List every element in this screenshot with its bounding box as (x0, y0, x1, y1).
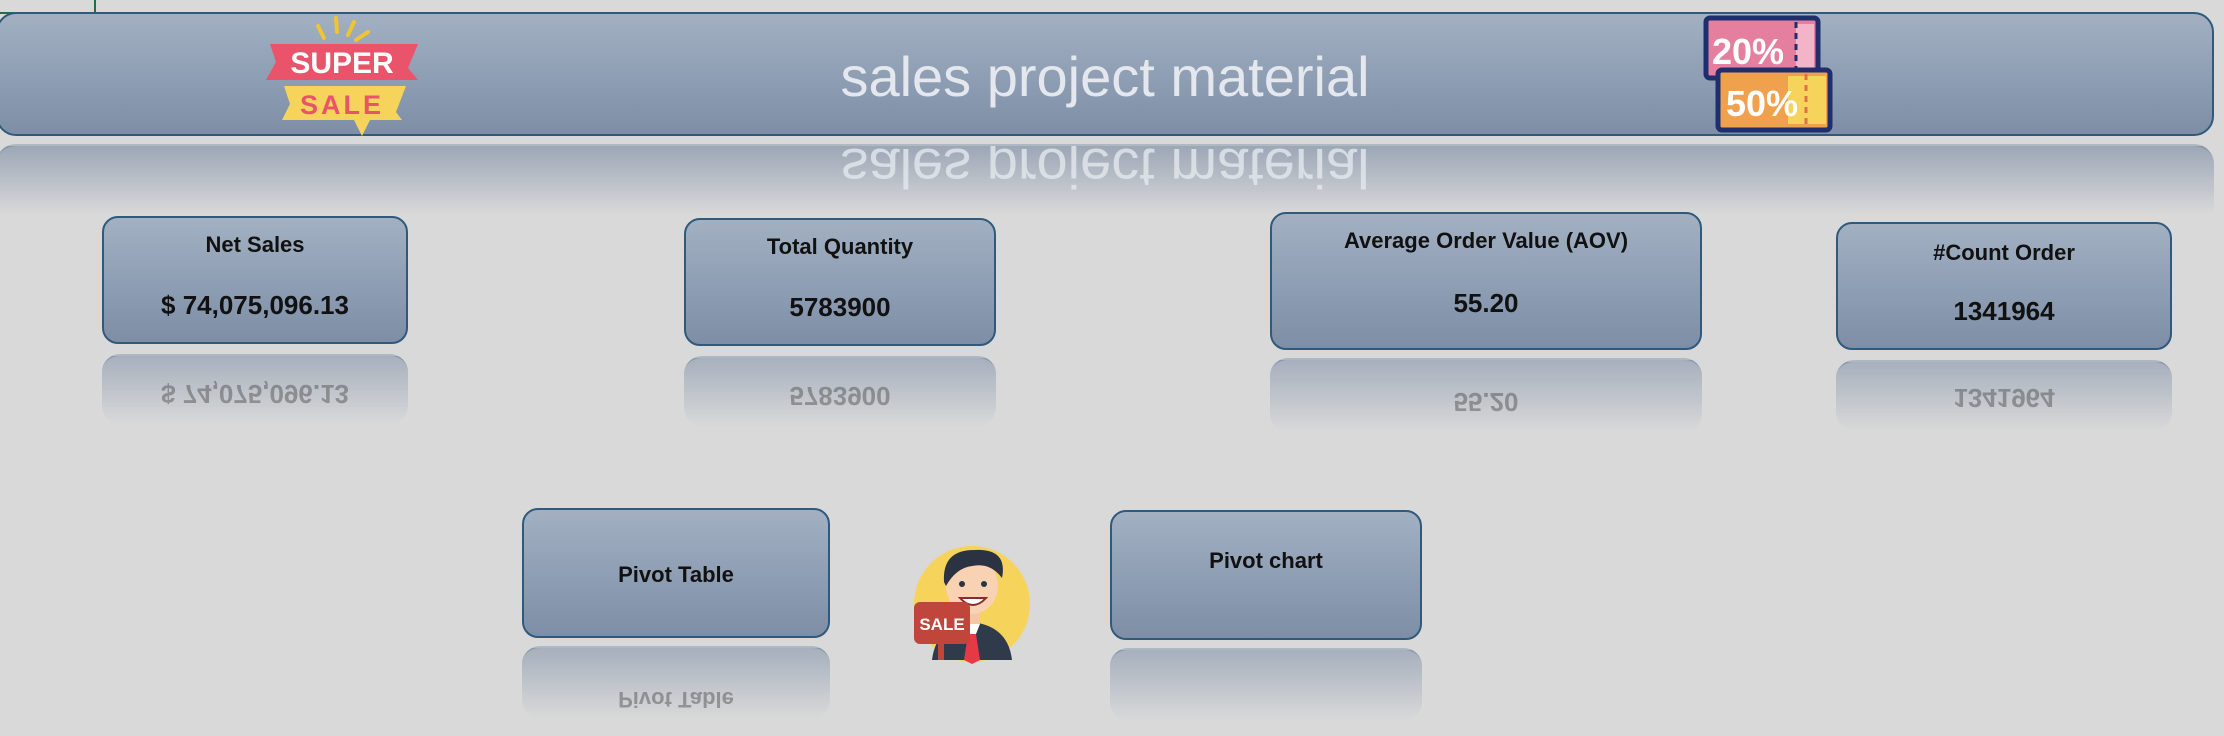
kpi-reflection: 1341964 (1836, 360, 2172, 430)
kpi-card-aov[interactable]: Average Order Value (AOV) 55.20 (1270, 212, 1702, 350)
discount-20-text: 20% (1712, 31, 1784, 72)
pivot-chart-label: Pivot chart (1209, 548, 1323, 573)
kpi-reflection: 55.20 (1270, 358, 1702, 432)
kpi-label: Net Sales (205, 232, 305, 257)
kpi-value: 55.20 (1453, 288, 1519, 318)
kpi-reflection-text: 5783900 (789, 381, 891, 411)
kpi-label: Average Order Value (AOV) (1343, 228, 1629, 253)
kpi-value: 1341964 (1953, 296, 2055, 326)
kpi-card-count-order[interactable]: #Count Order 1341964 (1836, 222, 2172, 350)
discount-50-text: 50% (1726, 83, 1798, 124)
kpi-reflection: 5783900 (684, 356, 996, 426)
kpi-value: 5783900 (789, 292, 891, 322)
kpi-reflection-text: 1341964 (1953, 383, 2055, 413)
pivot-table-reflection: Pivot Table (522, 646, 830, 718)
kpi-reflection: $ 74,075,096.13 (102, 354, 408, 424)
super-sale-logo: SUPER SALE (266, 16, 418, 136)
discount-tags-logo: 20% 50% (1703, 15, 1833, 133)
super-text: SUPER (290, 47, 394, 80)
kpi-value: $ 74,075,096.13 (161, 290, 349, 320)
pivot-table-reflection-text: Pivot Table (618, 687, 734, 712)
kpi-reflection-text: $ 74,075,096.13 (161, 379, 349, 409)
pivot-chart-button[interactable]: Pivot chart (1110, 510, 1422, 640)
pivot-chart-reflection (1110, 648, 1422, 720)
title-reflection-text: sales project material (840, 144, 1370, 200)
sale-text: SALE (300, 90, 384, 120)
kpi-label: Total Quantity (766, 234, 914, 259)
kpi-reflection-text: 55.20 (1453, 387, 1519, 417)
pivot-table-label: Pivot Table (618, 562, 734, 587)
sale-sign-text: SALE (919, 615, 964, 634)
kpi-card-total-quantity[interactable]: Total Quantity 5783900 (684, 218, 996, 346)
pivot-table-button[interactable]: Pivot Table (522, 508, 830, 638)
title-banner-reflection: sales project material (0, 144, 2214, 214)
kpi-card-net-sales[interactable]: Net Sales $ 74,075,096.13 (102, 216, 408, 344)
salesman-icon: SALE (914, 546, 1030, 664)
kpi-label: #Count Order (1933, 240, 2075, 265)
